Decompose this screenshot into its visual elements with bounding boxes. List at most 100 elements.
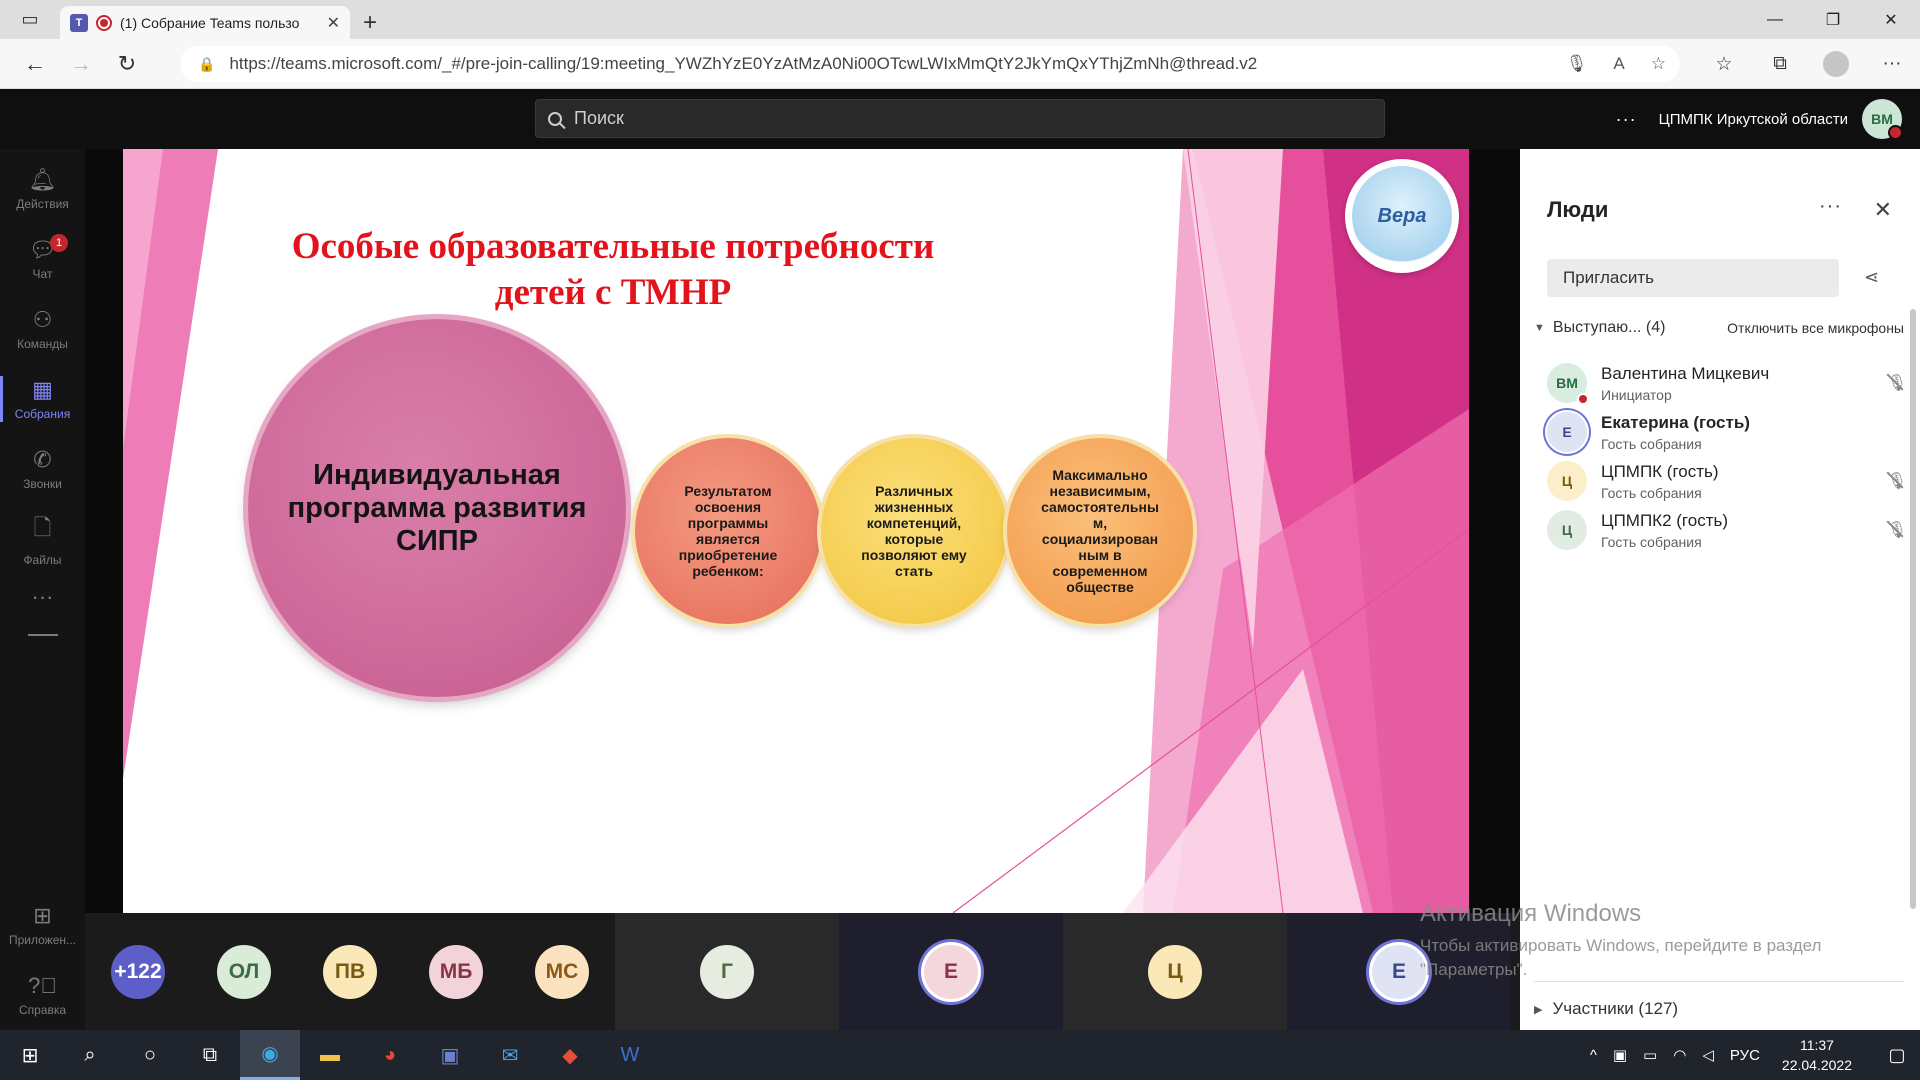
participant-avatar: +122 (111, 944, 165, 999)
tab-actions-icon[interactable]: ▭ (0, 0, 60, 39)
close-tab-icon[interactable]: ✕ (327, 13, 340, 33)
ccleaner-icon[interactable]: ◆ (540, 1030, 600, 1080)
close-icon[interactable]: ✕ (1874, 197, 1892, 223)
participant-tile[interactable]: Г (615, 913, 839, 1030)
edge-icon[interactable]: ◉ (240, 1030, 300, 1080)
participant-tile[interactable]: ПВ (297, 913, 403, 1030)
rail-more-button[interactable]: ··· (0, 574, 85, 624)
refresh-icon[interactable]: ↻ (104, 44, 150, 84)
more-icon: ··· (31, 584, 54, 609)
rail-item-chat[interactable]: 💬︎ 1 Чат (0, 224, 85, 294)
teams-tray-icon[interactable]: ▣ (1613, 1046, 1627, 1064)
mic-off-icon[interactable]: 🎙 (1887, 520, 1907, 540)
language-indicator[interactable]: РУС (1730, 1047, 1760, 1064)
person-avatar: Е (1547, 412, 1587, 452)
lock-icon[interactable]: 🔒 (198, 56, 215, 73)
wifi-icon[interactable]: ◠ (1673, 1046, 1686, 1064)
presenters-section[interactable]: ▼ Выступаю... (4) Отключить все микрофон… (1534, 319, 1904, 337)
mail-icon[interactable]: ✉ (480, 1030, 540, 1080)
participant-tile[interactable]: ОЛ (191, 913, 297, 1030)
task-view-icon[interactable]: ⧉ (180, 1030, 240, 1080)
minimize-icon[interactable]: — (1746, 0, 1804, 39)
person-avatar: Ц (1547, 510, 1587, 550)
favorites-icon[interactable]: ☆ (1696, 53, 1752, 76)
rail-item-teams[interactable]: ⚇ Команды (0, 294, 85, 364)
notification-icon[interactable]: ▢ (1874, 1045, 1920, 1066)
panel-title: Люди (1547, 197, 1609, 222)
presenters-label: Выступаю... (4) (1552, 319, 1666, 336)
participant-tile[interactable]: Ц (1063, 913, 1287, 1030)
mic-off-icon[interactable]: 🎙 (1887, 471, 1907, 491)
panel-scrollbar[interactable] (1910, 309, 1916, 909)
close-window-icon[interactable]: ✕ (1862, 0, 1920, 39)
person-role: Гость собрания (1601, 533, 1702, 550)
rail-label: Справка (18, 1003, 67, 1017)
app-rail: 🔔︎ Действия 💬︎ 1 Чат ⚇ Команды ▦ Собрани… (0, 149, 85, 1030)
participant-avatar: ПВ (323, 944, 377, 999)
person-row[interactable]: Ц ЦПМПК2 (гость) Гость собрания 🎙 (1547, 502, 1907, 558)
rail-item-apps[interactable]: ⊞ Приложен... (0, 890, 85, 960)
collections-icon[interactable]: ⧉ (1752, 53, 1808, 75)
participant-tile[interactable]: +122 (85, 913, 191, 1030)
rail-item-meetings[interactable]: ▦ Собрания (0, 364, 85, 434)
save-app-icon[interactable]: ▣ (420, 1030, 480, 1080)
person-row[interactable]: Ц ЦПМПК (гость) Гость собрания 🎙 (1547, 453, 1907, 509)
forward-icon: → (70, 50, 92, 76)
search-input[interactable]: Поиск (535, 99, 1385, 138)
back-icon[interactable]: ← (12, 44, 58, 84)
mic-off-icon[interactable]: 🎙 (1887, 373, 1907, 393)
person-avatar: ВМ (1547, 363, 1589, 405)
read-aloud-icon[interactable]: A (1613, 54, 1624, 74)
participant-avatar: МС (535, 944, 589, 999)
browser-menu-icon[interactable]: ··· (1864, 53, 1920, 75)
result-text: Результатом освоения программы является … (678, 483, 778, 579)
start-icon[interactable]: ⊞ (0, 1030, 60, 1080)
window-controls: — ❐ ✕ (1746, 0, 1920, 39)
rail-item-calls[interactable]: ✆ Звонки (0, 434, 85, 504)
phone-icon: ✆ (33, 447, 52, 472)
mute-all-button[interactable]: Отключить все микрофоны (1727, 320, 1904, 336)
person-row[interactable]: ВМ Валентина Мицкевич Инициатор 🎙 (1547, 355, 1907, 411)
chrome-icon[interactable]: ◕ (360, 1030, 420, 1080)
clock[interactable]: 11:37 22.04.2022 (1782, 1035, 1852, 1075)
participant-tile[interactable]: МС (509, 913, 615, 1030)
person-row[interactable]: Е Екатерина (гость) Гость собрания (1547, 404, 1907, 460)
chevron-right-icon: ▶ (1534, 1003, 1543, 1016)
competence-circle: Различных жизненных компетенций, которые… (821, 438, 1007, 624)
favorite-add-icon[interactable]: ☆ (1651, 54, 1666, 74)
person-name: ЦПМПК (гость) (1601, 461, 1719, 481)
battery-icon[interactable]: ▭ (1643, 1046, 1657, 1064)
browser-tab[interactable]: T (1) Собрание Teams пользо ✕ (60, 6, 350, 39)
person-name: Екатерина (гость) (1601, 412, 1750, 432)
profile-icon[interactable] (1808, 51, 1864, 77)
participant-tile[interactable]: Е (839, 913, 1063, 1030)
watermark-title: Активация Windows (1420, 900, 1642, 927)
rail-item-files[interactable]: 🗋︎ Файлы (0, 504, 85, 574)
volume-icon[interactable]: ◁ (1702, 1046, 1714, 1064)
search-icon[interactable]: ⌕ (60, 1030, 120, 1080)
more-options-icon[interactable]: ··· (1616, 109, 1637, 130)
logo-text: Вера (1352, 166, 1452, 266)
panel-more-icon[interactable]: ··· (1819, 195, 1842, 218)
participants-section[interactable]: ▶ Участники (127) (1534, 999, 1678, 1019)
file-explorer-icon[interactable]: ▬ (300, 1030, 360, 1080)
cortana-icon[interactable]: ○ (120, 1030, 180, 1080)
rail-item-activity[interactable]: 🔔︎ Действия (0, 154, 85, 224)
restore-icon[interactable]: ❐ (1804, 0, 1862, 39)
rail-label: Действия (16, 197, 69, 211)
word-icon[interactable]: W (600, 1030, 660, 1080)
invite-input[interactable]: Пригласить (1547, 259, 1839, 297)
rail-item-help[interactable]: ?⃝ Справка (0, 960, 85, 1030)
chevron-up-icon[interactable]: ^ (1590, 1047, 1597, 1064)
independence-circle: Максимально независимым, самостоятельны … (1007, 438, 1193, 624)
org-name: ЦПМПК Иркутской области (1658, 110, 1848, 128)
microphone-icon[interactable]: 🎙 (1566, 54, 1588, 74)
share-icon[interactable]: ⋖ (1864, 267, 1879, 288)
rail-label: Команды (17, 337, 68, 351)
user-avatar[interactable]: ВМ (1862, 99, 1903, 140)
new-tab-button[interactable]: + (350, 6, 390, 39)
url-field[interactable]: 🔒 https://teams.microsoft.com/_#/pre-joi… (180, 46, 1680, 82)
url-text: https://teams.microsoft.com/_#/pre-join-… (229, 54, 1258, 73)
participant-tile[interactable]: МБ (403, 913, 509, 1030)
windows-activation-watermark: Активация Windows Чтобы активировать Win… (1420, 900, 1860, 982)
